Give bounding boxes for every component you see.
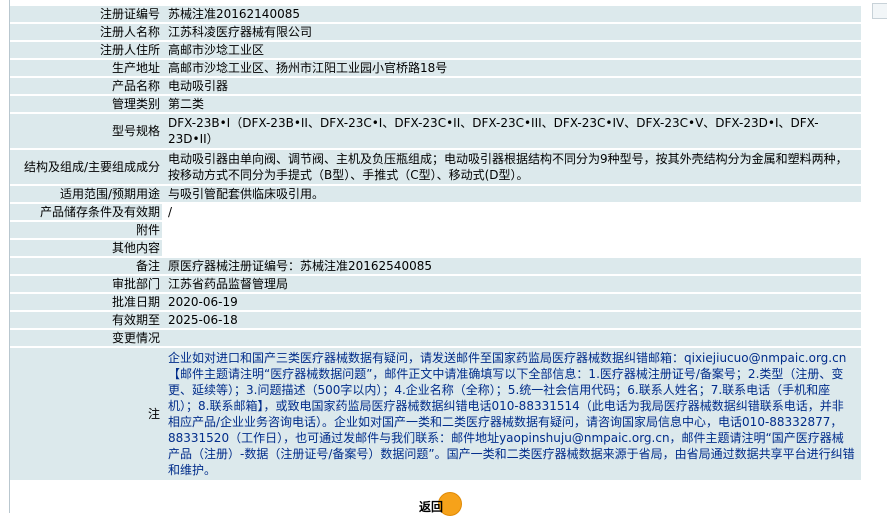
- field-label: 产品名称: [10, 78, 162, 94]
- detail-row: 注册证编号 苏械注准20162140085: [10, 6, 861, 22]
- detail-row: 型号规格 DFX-23B•I（DFX-23B•II、DFX-23C•I、DFX-2…: [10, 114, 861, 148]
- field-value: [162, 330, 861, 346]
- field-value: 2020-06-19: [162, 294, 861, 310]
- note-label: 注: [10, 348, 162, 480]
- scrollbar-handle[interactable]: [872, 3, 887, 19]
- detail-row: 注册人名称 江苏科凌医疗器械有限公司: [10, 24, 861, 40]
- detail-row: 结构及组成/主要组成成分 电动吸引器由单向阀、调节阀、主机及负压瓶组成；电动吸引器…: [10, 150, 861, 184]
- field-label: 注册人住所: [10, 42, 162, 58]
- field-label: 管理类别: [10, 96, 162, 112]
- field-value: 原医疗器械注册证编号：苏械注准20162540085: [162, 258, 861, 274]
- detail-row: 适用范围/预期用途 与吸引管配套供临床吸引用。: [10, 186, 861, 202]
- detail-row: 审批部门 江苏省药品监督管理局: [10, 276, 861, 292]
- detail-row: 产品储存条件及有效期 /: [10, 204, 861, 220]
- field-label: 有效期至: [10, 312, 162, 328]
- return-button-label: 返回: [419, 500, 444, 514]
- return-button[interactable]: 返回: [417, 492, 462, 516]
- field-value: [162, 240, 861, 256]
- field-label: 审批部门: [10, 276, 162, 292]
- field-value: 江苏科凌医疗器械有限公司: [162, 24, 861, 40]
- field-label: 备注: [10, 258, 162, 274]
- field-label: 注册人名称: [10, 24, 162, 40]
- field-value: [162, 222, 861, 238]
- field-label: 注册证编号: [10, 6, 162, 22]
- field-label: 生产地址: [10, 60, 162, 76]
- field-label: 型号规格: [10, 114, 162, 148]
- field-label: 产品储存条件及有效期: [10, 204, 162, 220]
- field-value: 2025-06-18: [162, 312, 861, 328]
- field-label: 其他内容: [10, 240, 162, 256]
- detail-row: 注册人住所 高邮市沙埝工业区: [10, 42, 861, 58]
- field-value: 与吸引管配套供临床吸引用。: [162, 186, 861, 202]
- field-value: 电动吸引器: [162, 78, 861, 94]
- detail-row: 有效期至 2025-06-18: [10, 312, 861, 328]
- field-value: DFX-23B•I（DFX-23B•II、DFX-23C•I、DFX-23C•I…: [162, 114, 861, 148]
- detail-row: 附件: [10, 222, 861, 238]
- field-value: 第二类: [162, 96, 861, 112]
- detail-row: 变更情况: [10, 330, 861, 346]
- detail-row: 其他内容: [10, 240, 861, 256]
- note-text: 企业如对进口和国产三类医疗器械数据有疑问，请发送邮件至国家药监局医疗器械数据纠错…: [162, 348, 861, 480]
- note-row: 注企业如对进口和国产三类医疗器械数据有疑问，请发送邮件至国家药监局医疗器械数据纠…: [10, 348, 861, 480]
- field-value: 高邮市沙埝工业区: [162, 42, 861, 58]
- field-value: 电动吸引器由单向阀、调节阀、主机及负压瓶组成；电动吸引器根据结构不同分为9种型号…: [162, 150, 861, 184]
- field-value: 苏械注准20162140085: [162, 6, 861, 22]
- detail-table: 注册证编号 苏械注准20162140085 注册人名称 江苏科凌医疗器械有限公司 注册人…: [10, 4, 861, 482]
- field-label: 适用范围/预期用途: [10, 186, 162, 202]
- field-label: 附件: [10, 222, 162, 238]
- detail-row: 批准日期 2020-06-19: [10, 294, 861, 310]
- field-value: 江苏省药品监督管理局: [162, 276, 861, 292]
- field-label: 变更情况: [10, 330, 162, 346]
- field-value: 高邮市沙埝工业区、扬州市江阳工业园小官桥路18号: [162, 60, 861, 76]
- scrollbar-area[interactable]: [862, 0, 887, 513]
- field-label: 批准日期: [10, 294, 162, 310]
- detail-row: 生产地址 高邮市沙埝工业区、扬州市江阳工业园小官桥路18号: [10, 60, 861, 76]
- field-value: /: [162, 204, 861, 220]
- detail-row: 管理类别 第二类: [10, 96, 861, 112]
- detail-row: 产品名称 电动吸引器: [10, 78, 861, 94]
- detail-row: 备注 原医疗器械注册证编号：苏械注准20162540085: [10, 258, 861, 274]
- field-label: 结构及组成/主要组成成分: [10, 150, 162, 184]
